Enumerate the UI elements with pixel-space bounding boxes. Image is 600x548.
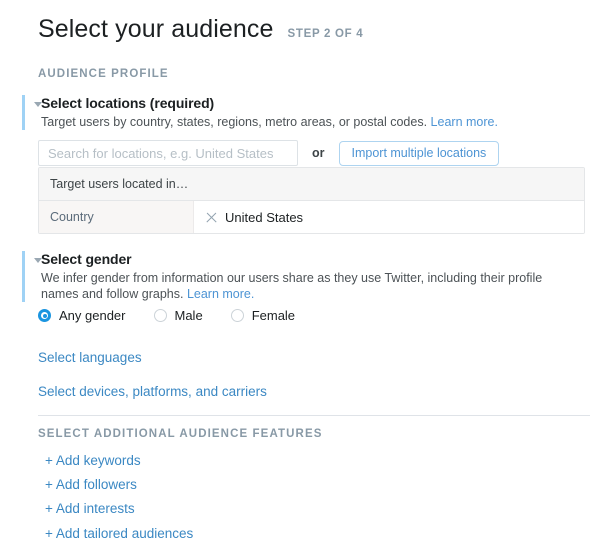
radio-male[interactable]: Male: [153, 308, 203, 323]
location-type-label: Country: [39, 201, 194, 233]
radio-female-label: Female: [251, 308, 296, 323]
locations-learn-more-link[interactable]: Learn more.: [431, 115, 498, 129]
select-gender-title: Select gender: [41, 251, 132, 267]
radio-male-label: Male: [174, 308, 203, 323]
locations-search-row: or Import multiple locations: [38, 140, 500, 166]
select-locations-description: Target users by country, states, regions…: [41, 114, 582, 130]
radio-mark-icon: [153, 309, 167, 322]
select-gender-section: Select gender We infer gender from infor…: [22, 251, 582, 302]
additional-features-caption: SELECT ADDITIONAL AUDIENCE FEATURES: [38, 428, 323, 440]
radio-any-gender[interactable]: Any gender: [38, 308, 126, 323]
audience-profile-caption: AUDIENCE PROFILE: [38, 68, 169, 80]
select-gender-description-text: We infer gender from information our use…: [41, 271, 543, 301]
radio-any-gender-label: Any gender: [59, 308, 126, 323]
select-locations-section: Select locations (required) Target users…: [22, 95, 582, 130]
close-x-icon[interactable]: [205, 211, 218, 224]
select-locations-title: Select locations (required): [41, 95, 215, 111]
gender-radio-group: Any gender Male Female: [38, 308, 323, 323]
location-value-cell: United States: [194, 201, 584, 233]
add-tailored-audiences-link[interactable]: + Add tailored audiences: [45, 526, 193, 541]
add-interests-link[interactable]: + Add interests: [45, 501, 135, 516]
add-followers-link[interactable]: + Add followers: [45, 477, 137, 492]
locations-table: Target users located in… Country United …: [38, 167, 585, 234]
select-languages-link[interactable]: Select languages: [38, 350, 142, 365]
chevron-down-icon[interactable]: [34, 102, 42, 107]
select-gender-description: We infer gender from information our use…: [41, 270, 582, 302]
chevron-down-icon[interactable]: [34, 258, 42, 263]
add-keywords-link[interactable]: + Add keywords: [45, 453, 141, 468]
locations-search-input[interactable]: [38, 140, 298, 166]
location-value-text: United States: [225, 209, 304, 225]
step-indicator: STEP 2 OF 4: [287, 28, 364, 40]
radio-female[interactable]: Female: [230, 308, 296, 323]
import-multiple-locations-button[interactable]: Import multiple locations: [338, 140, 500, 166]
radio-mark-icon: [38, 309, 51, 322]
select-devices-platforms-carriers-link[interactable]: Select devices, platforms, and carriers: [38, 384, 267, 399]
radio-mark-icon: [230, 309, 244, 322]
locations-table-header: Target users located in…: [39, 168, 584, 201]
table-row: Country United States: [39, 201, 584, 233]
select-locations-description-text: Target users by country, states, regions…: [41, 115, 428, 129]
section-divider: [38, 415, 590, 416]
page-title: Select your audience: [38, 15, 274, 43]
gender-learn-more-link[interactable]: Learn more.: [187, 287, 254, 301]
or-label: or: [312, 146, 325, 160]
page-header: Select your audience STEP 2 OF 4: [38, 14, 363, 44]
